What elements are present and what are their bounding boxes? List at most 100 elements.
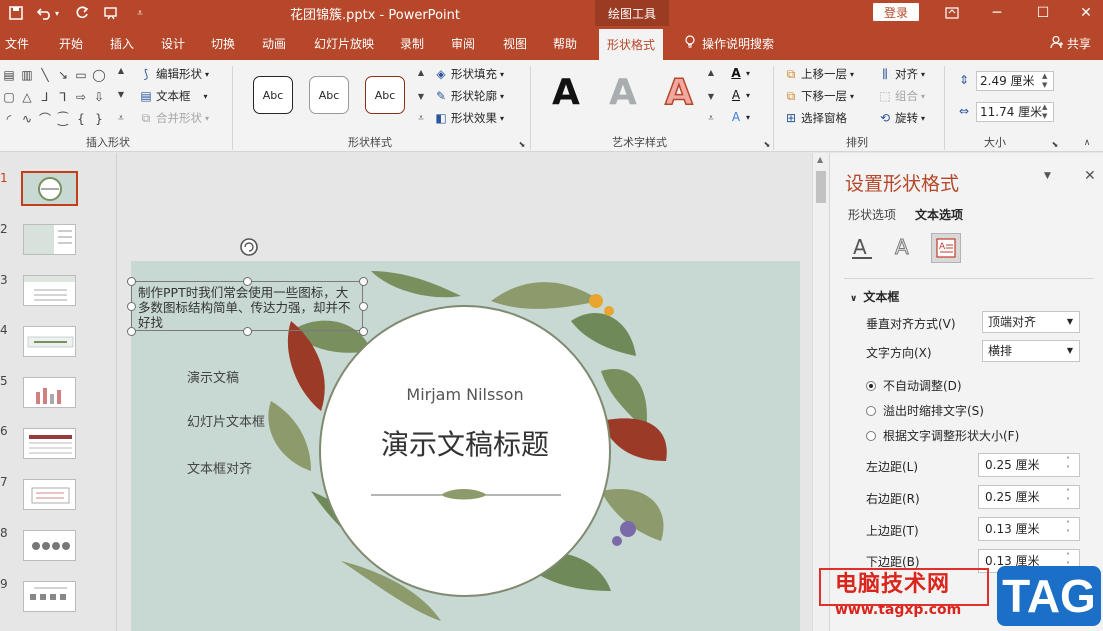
elbow-arrow-icon[interactable]: ⅂ (56, 90, 70, 104)
tab-transitions[interactable]: 切换 (211, 26, 235, 60)
radio-shrink-text[interactable]: 溢出时缩排文字(S) (866, 402, 984, 419)
tab-home[interactable]: 开始 (59, 26, 83, 60)
editor-vertical-scrollbar[interactable]: ▲ (812, 153, 829, 631)
section-textbox-header[interactable]: ∨ 文本框 (850, 288, 899, 305)
shape-style-2[interactable]: Abc (309, 76, 349, 114)
send-backward-button[interactable]: ⧉ 下移一层 ▾ (784, 88, 854, 104)
size-launcher-icon[interactable]: ⬊ (1048, 138, 1062, 152)
text-box-content[interactable]: 制作PPT时我们常会使用一些图标，大多数图标结构简单、传达力强，却并不好找 (138, 285, 360, 330)
rectangle-shape-icon[interactable]: ▭ (74, 68, 88, 82)
shape-outline-button[interactable]: ✎ 形状轮廓 ▾ (434, 88, 504, 104)
shape-style-1[interactable]: Abc (253, 76, 293, 114)
slide-item-1[interactable]: 演示文稿 (187, 367, 239, 386)
radio-unselected[interactable] (866, 431, 876, 441)
gallery-more-icon[interactable]: ⩡ (114, 112, 128, 126)
text-effects-pane-icon[interactable]: A (892, 235, 916, 261)
tab-animations[interactable]: 动画 (262, 26, 286, 60)
direction-select[interactable]: 横排 ▼ (982, 340, 1080, 362)
elbow-connector-icon[interactable]: ⅃ (38, 90, 52, 104)
triangle-shape-icon[interactable]: △ (20, 90, 34, 104)
tab-insert[interactable]: 插入 (110, 26, 134, 60)
tab-design[interactable]: 设计 (161, 26, 185, 60)
scribble-icon[interactable]: ∿ (20, 112, 34, 126)
spinner-icon[interactable]: ˄˅ (1066, 488, 1076, 506)
wordart-style-3[interactable]: A (664, 71, 693, 114)
slide-title[interactable]: 演示文稿标题 (361, 423, 569, 463)
merge-shapes-button[interactable]: ⧉ 合并形状 ▾ (139, 110, 209, 126)
spinner-icon[interactable]: ˄˅ (1066, 520, 1076, 538)
radio-resize-shape[interactable]: 根据文字调整形状大小(F) (866, 427, 1019, 444)
resize-handle-bottom-left[interactable] (127, 327, 136, 336)
textbox-layout-icon[interactable]: A (931, 233, 961, 263)
slide-thumbnail-7[interactable] (23, 479, 76, 510)
pane-close-icon[interactable]: ✕ (1084, 168, 1096, 184)
left-brace-icon[interactable]: { (74, 112, 88, 126)
text-box-button[interactable]: ▤ 文本框 ▾ (139, 88, 207, 104)
maximize-icon[interactable]: ☐ (1026, 0, 1060, 26)
rotate-handle-icon[interactable] (238, 236, 260, 258)
slide-thumbnail-1[interactable] (21, 171, 78, 206)
resize-handle-right[interactable] (359, 302, 368, 311)
gallery-down-icon[interactable]: ▼ (114, 88, 128, 102)
pane-options-icon[interactable]: ▼ (1044, 171, 1051, 181)
slide-thumbnail-3[interactable] (23, 275, 76, 306)
oval-shape-icon[interactable]: ◯ (92, 68, 106, 82)
shape-height-input[interactable]: 2.49 厘米 ▲ ▼ (976, 71, 1054, 91)
freeform-icon[interactable]: ◜ (2, 112, 16, 126)
from-start-icon[interactable] (102, 3, 122, 23)
minimize-icon[interactable]: ─ (980, 0, 1014, 26)
right-arrow-shape-icon[interactable]: ⇨ (74, 90, 88, 104)
curve-shape-icon[interactable]: ⁐ (56, 112, 70, 126)
down-arrow-shape-icon[interactable]: ⇩ (92, 90, 106, 104)
wordart-up-icon[interactable]: ▲ (704, 66, 718, 80)
text-outline-button[interactable]: A ▾ (729, 88, 750, 102)
height-spinner-icon[interactable]: ▲ ▼ (1042, 72, 1052, 90)
rotate-button[interactable]: ⟲ 旋转 ▾ (878, 110, 925, 126)
right-margin-input[interactable]: 0.25 厘米 ˄ ˅ (978, 485, 1080, 509)
bring-forward-button[interactable]: ⧉ 上移一层 ▾ (784, 66, 854, 82)
share-button[interactable]: 共享 (1050, 26, 1091, 60)
customize-qat-icon[interactable]: ⩡ (130, 3, 150, 23)
wordart-style-2[interactable]: A (609, 72, 637, 113)
collapse-ribbon-icon[interactable]: ∧ (1080, 136, 1094, 150)
tab-slideshow[interactable]: 幻灯片放映 (314, 26, 374, 60)
slide-item-2[interactable]: 幻灯片文本框 (187, 411, 265, 430)
arc-shape-icon[interactable]: ⌒ (38, 112, 52, 126)
wordart-down-icon[interactable]: ▼ (704, 90, 718, 104)
group-button[interactable]: ⬚ 组合 ▾ (878, 88, 925, 104)
arrow-line-icon[interactable]: ↘ (56, 68, 70, 82)
radio-selected[interactable] (866, 381, 876, 391)
tab-text-options[interactable]: 文本选项 (915, 206, 963, 223)
shape-styles-launcher-icon[interactable]: ⬊ (515, 138, 529, 152)
spinner-icon[interactable]: ˄˅ (1066, 456, 1076, 474)
shape-style-3[interactable]: Abc (365, 76, 405, 114)
tab-view[interactable]: 视图 (503, 26, 527, 60)
vertical-textbox-icon[interactable]: ▥ (20, 68, 34, 82)
slide-thumbnail-8[interactable] (23, 530, 76, 561)
slide-thumbnail-2[interactable] (23, 224, 76, 255)
radio-unselected[interactable] (866, 406, 876, 416)
align-button[interactable]: ⫼ 对齐 ▾ (878, 66, 925, 82)
textbox-shape-icon[interactable]: ▤ (2, 68, 16, 82)
slide-thumbnail-5[interactable] (23, 377, 76, 408)
close-icon[interactable]: ✕ (1069, 0, 1103, 26)
tell-me-search[interactable]: 操作说明搜索 (684, 26, 774, 60)
radio-no-autofit[interactable]: 不自动调整(D) (866, 377, 962, 394)
shape-width-input[interactable]: 11.74 厘米 ▲ ▼ (976, 102, 1054, 122)
login-button[interactable]: 登录 (873, 3, 919, 21)
tab-help[interactable]: 帮助 (553, 26, 577, 60)
shape-effects-button[interactable]: ◧ 形状效果 ▾ (434, 110, 504, 126)
rounded-rect-icon[interactable]: ▢ (2, 90, 16, 104)
slide-thumbnail-6[interactable] (23, 428, 76, 459)
slide-item-3[interactable]: 文本框对齐 (187, 458, 252, 477)
text-effects-button[interactable]: A ▾ (729, 110, 750, 124)
resize-handle-bottom-right[interactable] (359, 327, 368, 336)
styles-up-icon[interactable]: ▲ (414, 66, 428, 80)
edit-shape-button[interactable]: ⟆ 编辑形状 ▾ (139, 66, 209, 82)
text-fill-button[interactable]: A ▾ (729, 66, 750, 80)
left-margin-input[interactable]: 0.25 厘米 ˄ ˅ (978, 453, 1080, 477)
tab-shape-options[interactable]: 形状选项 (848, 206, 896, 223)
scrollbar-thumb[interactable] (816, 171, 826, 203)
tab-record[interactable]: 录制 (400, 26, 424, 60)
selected-text-box[interactable]: 制作PPT时我们常会使用一些图标，大多数图标结构简单、传达力强，却并不好找 (131, 281, 363, 331)
